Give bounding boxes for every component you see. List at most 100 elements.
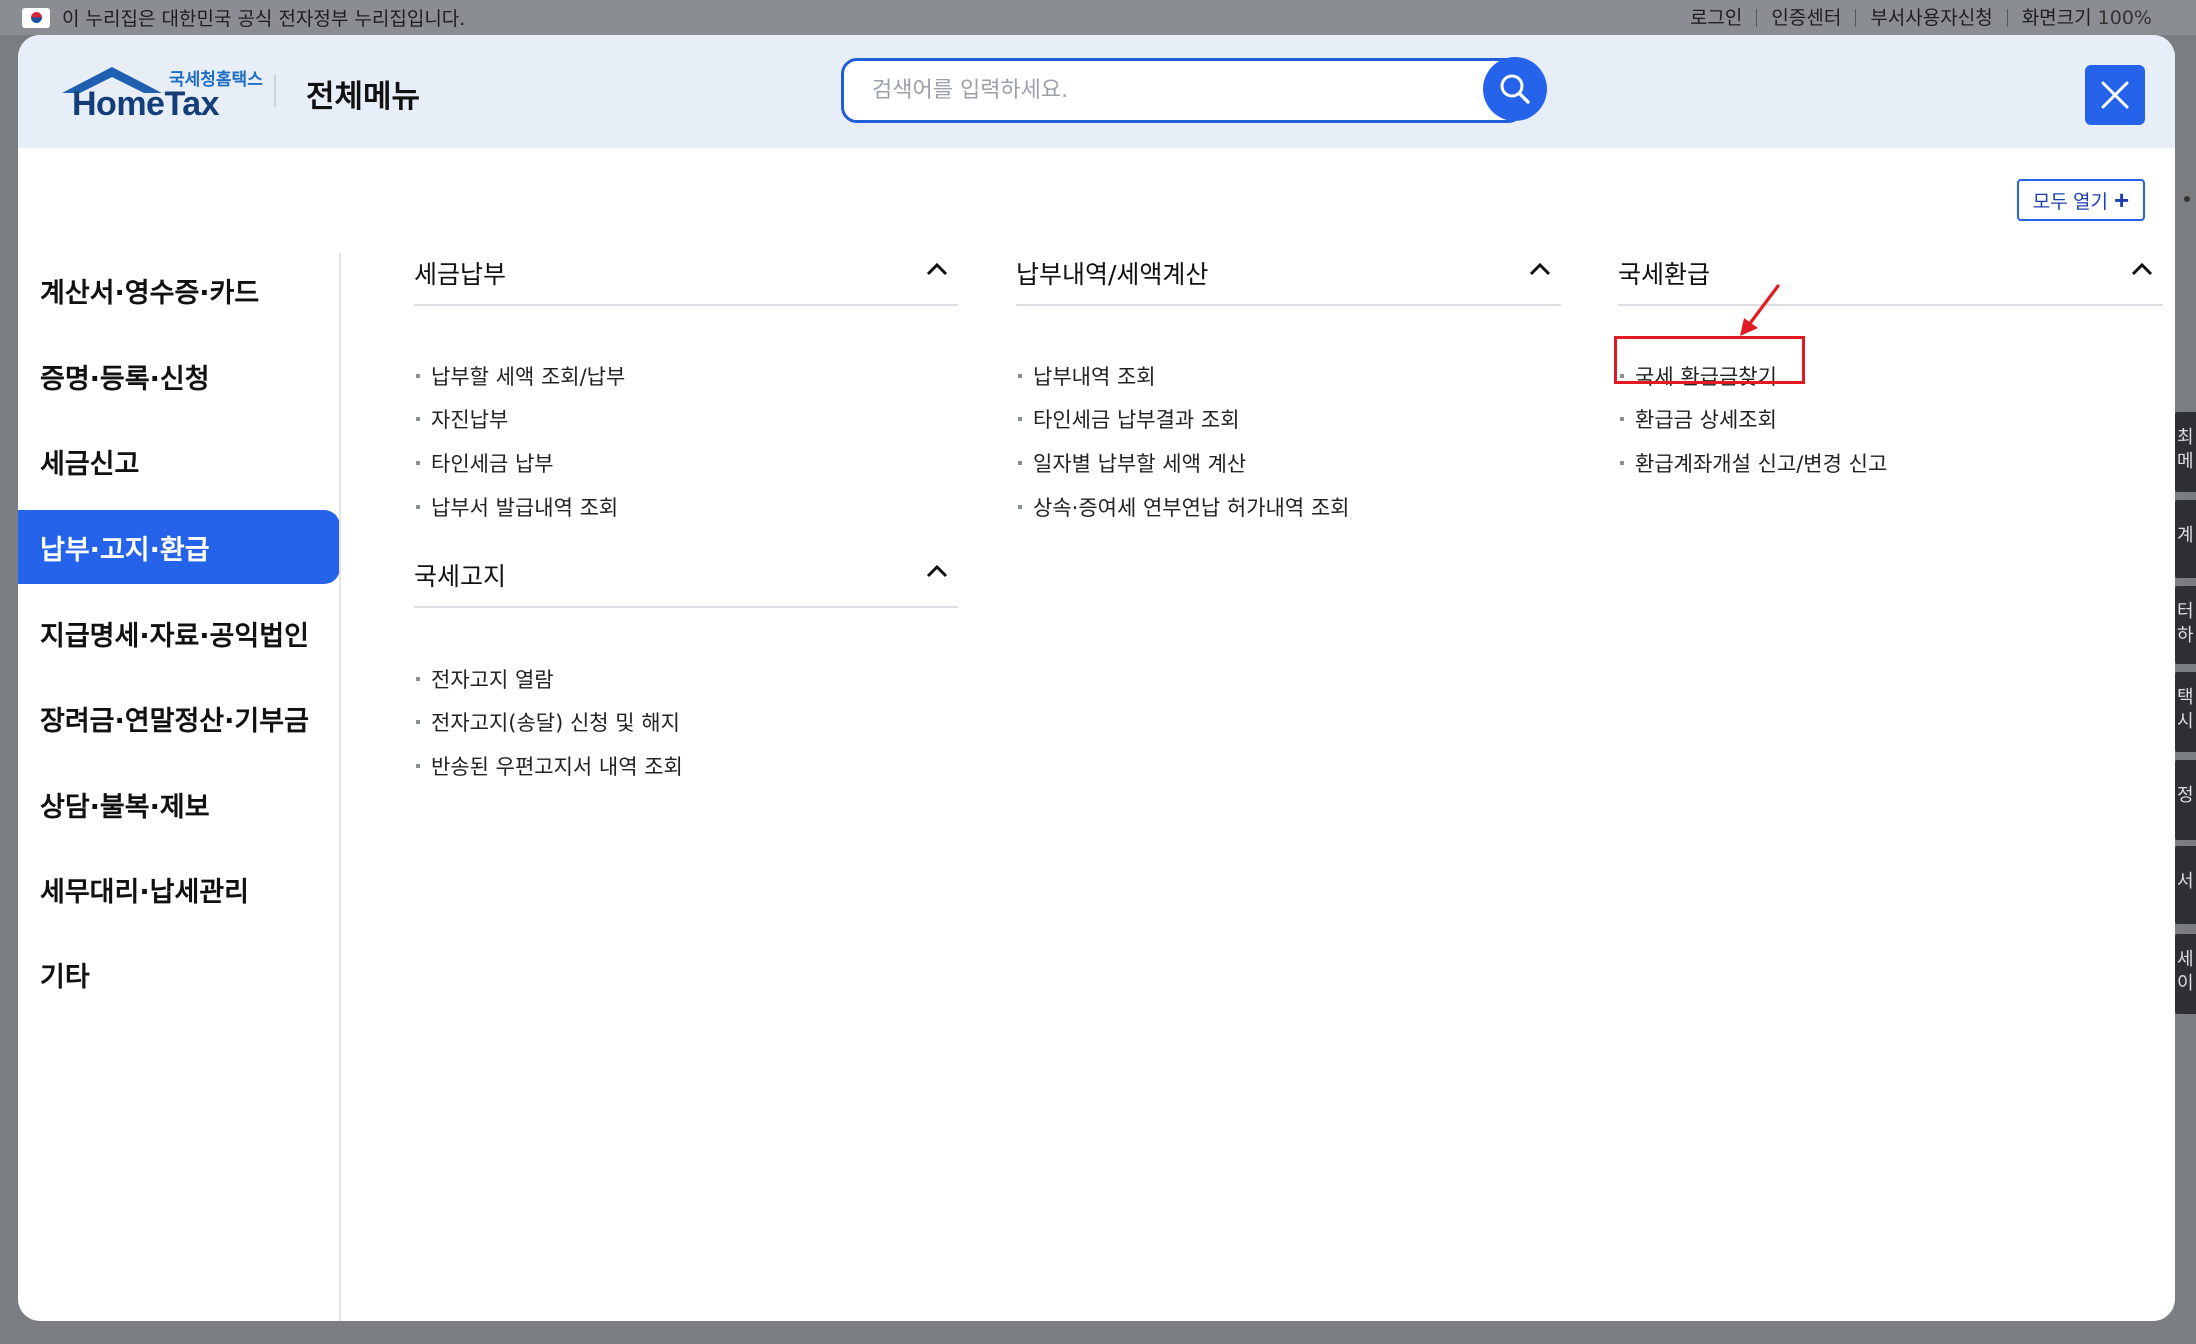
link-label: 반송된 우편고지서 내역 조회 — [431, 755, 683, 779]
nav-item-consult-appeal-report[interactable]: 상담·불복·제보 — [18, 767, 340, 841]
nav-item-incentive-yearend[interactable]: 장려금·연말정산·기부금 — [18, 681, 340, 755]
side-quick-label: 터 하 — [2177, 601, 2194, 646]
full-menu-modal: 국세청홈택스 HomeTax 전체메뉴 모두 열기 + 계산서·영수증·카드 증… — [18, 35, 2175, 1321]
link-label: 자진납부 — [431, 408, 509, 432]
link-label: 납부내역 조회 — [1033, 365, 1156, 389]
side-quick-item-7[interactable]: 세 이 — [2174, 934, 2196, 1014]
nav-item-tax-return[interactable]: 세금신고 — [18, 424, 340, 498]
link-label: 환급계좌개설 신고/변경 신고 — [1635, 452, 1888, 476]
cert-center-link[interactable]: 인증센터 — [1756, 8, 1855, 27]
header-divider — [274, 75, 276, 107]
section-header-tax-payment[interactable]: 세금납부 — [414, 242, 958, 306]
red-arrow-icon — [1740, 284, 1780, 336]
link-label: 전자고지 열람 — [431, 668, 554, 692]
link-returned-mail-notice[interactable]: 반송된 우편고지서 내역 조회 — [414, 750, 683, 782]
side-quick-item-3[interactable]: 터 하 — [2174, 586, 2196, 664]
side-quick-item-6[interactable]: 서 — [2174, 846, 2196, 924]
side-quick-label: 세 이 — [2177, 949, 2194, 994]
link-refund-detail[interactable]: 환급금 상세조회 — [1618, 403, 1777, 435]
expand-all-button[interactable]: 모두 열기 + — [2017, 179, 2145, 221]
link-payment-history-inquiry[interactable]: 납부내역 조회 — [1016, 360, 1156, 392]
top-utility-links: 로그인 인증센터 부서사용자신청 화면크기 100% — [1676, 0, 2166, 35]
link-installment-permit-history[interactable]: 상속·증여세 연부연납 허가내역 조회 — [1016, 491, 1350, 523]
search-button[interactable] — [1483, 57, 1547, 121]
side-quick-label: 정 — [2177, 785, 2194, 806]
section-header-tax-refund[interactable]: 국세환급 — [1618, 242, 2163, 306]
section-header-tax-notice[interactable]: 국세고지 — [414, 544, 958, 608]
expand-all-label: 모두 열기 — [2032, 191, 2108, 213]
side-quick-item-4[interactable]: 택 시 — [2174, 672, 2196, 752]
dept-user-apply-link[interactable]: 부서사용자신청 — [1855, 8, 2006, 27]
logo-wordmark: HomeTax — [72, 85, 220, 123]
bullet-icon — [416, 374, 420, 378]
nav-item-tax-agent[interactable]: 세무대리·납세관리 — [18, 852, 340, 926]
zoom-label: 화면크기 — [2021, 6, 2092, 29]
link-e-notice-apply[interactable]: 전자고지(송달) 신청 및 해지 — [414, 706, 680, 738]
plus-icon: + — [2114, 185, 2130, 215]
link-payable-tax-inquiry[interactable]: 납부할 세액 조회/납부 — [414, 360, 625, 392]
link-label: 납부서 발급내역 조회 — [431, 496, 619, 520]
zoom-value: 100% — [2097, 6, 2152, 29]
bullet-icon — [1018, 417, 1022, 421]
highlight-box — [1614, 336, 1805, 384]
gov-notice-text: 이 누리집은 대한민국 공식 전자정부 누리집입니다. — [62, 8, 466, 30]
side-quick-label: 계 — [2177, 525, 2194, 546]
bullet-icon — [416, 505, 420, 509]
chevron-up-icon[interactable] — [1529, 262, 1551, 276]
gov-notice-bar: 이 누리집은 대한민국 공식 전자정부 누리집입니다. 로그인 인증센터 부서사… — [0, 0, 2196, 35]
zoom-control[interactable]: 화면크기 100% — [2006, 6, 2166, 29]
link-label: 일자별 납부할 세액 계산 — [1033, 452, 1247, 476]
link-daily-tax-calc[interactable]: 일자별 납부할 세액 계산 — [1016, 447, 1246, 479]
link-label: 타인세금 납부결과 조회 — [1033, 408, 1240, 432]
bullet-icon — [416, 417, 420, 421]
background-dot — [2184, 196, 2190, 202]
link-label: 납부할 세액 조회/납부 — [431, 365, 626, 389]
nav-item-invoice-receipt-card[interactable]: 계산서·영수증·카드 — [18, 253, 340, 327]
link-refund-account-register[interactable]: 환급계좌개설 신고/변경 신고 — [1618, 447, 1887, 479]
nav-item-payment-statement[interactable]: 지급명세·자료·공익법인 — [18, 596, 340, 670]
modal-header: 국세청홈택스 HomeTax 전체메뉴 — [18, 35, 2175, 148]
section-header-payment-history[interactable]: 납부내역/세액계산 — [1016, 242, 1561, 306]
side-quick-item-5[interactable]: 정 — [2174, 760, 2196, 840]
close-icon — [2101, 81, 2129, 109]
link-label: 전자고지(송달) 신청 및 해지 — [431, 711, 680, 735]
hometax-logo[interactable]: 국세청홈택스 HomeTax — [62, 63, 263, 123]
korea-flag-icon — [22, 7, 50, 28]
link-others-payment-result[interactable]: 타인세금 납부결과 조회 — [1016, 403, 1240, 435]
bullet-icon — [416, 720, 420, 724]
chevron-up-icon[interactable] — [926, 564, 948, 578]
chevron-up-icon[interactable] — [926, 262, 948, 276]
link-label: 타인세금 납부 — [431, 452, 554, 476]
link-e-notice-view[interactable]: 전자고지 열람 — [414, 663, 554, 695]
nav-item-certificate-registration[interactable]: 증명·등록·신청 — [18, 339, 340, 413]
section-title: 국세환급 — [1618, 260, 1711, 289]
side-quick-item-1[interactable]: 최 메 — [2174, 412, 2196, 492]
section-title: 국세고지 — [414, 562, 507, 591]
side-quick-item-2[interactable]: 계 — [2174, 500, 2196, 578]
side-quick-label: 최 메 — [2177, 427, 2194, 472]
nav-item-payment-notice-refund[interactable]: 납부·고지·환급 — [18, 510, 340, 584]
link-self-payment[interactable]: 자진납부 — [414, 403, 508, 435]
nav-item-etc[interactable]: 기타 — [18, 937, 340, 1011]
bullet-icon — [1018, 461, 1022, 465]
bullet-icon — [1018, 505, 1022, 509]
bullet-icon — [1018, 374, 1022, 378]
section-title: 납부내역/세액계산 — [1016, 260, 1209, 289]
nav-divider — [339, 253, 341, 1321]
bullet-icon — [1620, 461, 1624, 465]
side-quick-label: 서 — [2177, 871, 2194, 892]
search-box — [841, 58, 1524, 123]
link-label: 상속·증여세 연부연납 허가내역 조회 — [1033, 496, 1350, 520]
link-label: 환급금 상세조회 — [1635, 408, 1777, 432]
close-button[interactable] — [2085, 65, 2145, 125]
chevron-up-icon[interactable] — [2131, 262, 2153, 276]
search-input[interactable] — [872, 61, 1412, 120]
link-payment-slip-history[interactable]: 납부서 발급내역 조회 — [414, 491, 618, 523]
link-others-tax-payment[interactable]: 타인세금 납부 — [414, 447, 554, 479]
bullet-icon — [416, 461, 420, 465]
search-icon — [1500, 74, 1530, 104]
login-link[interactable]: 로그인 — [1676, 8, 1756, 27]
side-quick-label: 택 시 — [2177, 687, 2194, 732]
bullet-icon — [416, 764, 420, 768]
section-title: 세금납부 — [414, 260, 507, 289]
